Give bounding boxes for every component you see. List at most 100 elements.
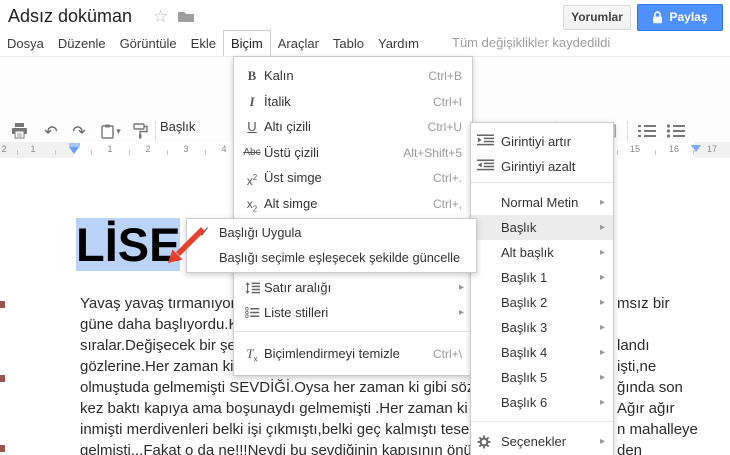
clear-formatting-icon: Tx [246,346,258,364]
paragraph-style-selector[interactable]: Başlık [160,119,195,134]
menu-separator [471,421,613,422]
gear-icon [477,435,491,449]
menu-goruntule[interactable]: Görüntüle [113,31,184,57]
bulleted-list-button[interactable] [663,119,689,143]
line-spacing-icon [240,275,264,294]
menu-item-label: Başlık 3 [501,320,548,335]
menu-ekle[interactable]: Ekle [184,31,223,57]
menu-item-heading-1[interactable]: Başlık 1 ▸ [471,265,613,290]
menu-item-label: Başlık 2 [501,295,548,310]
menu-bicim[interactable]: Biçim [222,30,271,57]
menu-item-options[interactable]: Seçenekler ▸ [471,429,613,454]
menu-item-decrease-indent[interactable]: Girintiyi azalt [471,154,613,179]
menu-item-label: Satır aralığı [264,280,332,295]
menu-item-heading-6[interactable]: Başlık 6 ▸ [471,390,613,415]
menu-item-list-styles[interactable]: Liste stilleri ▸ [234,300,472,326]
text-line-fragment: landı [617,337,650,354]
menu-item-label: Başlığı seçimle eşleşecek şekilde güncel… [219,250,461,265]
print-button[interactable] [8,119,30,143]
undo-button[interactable]: ↶ [40,119,62,143]
menu-item-heading-2[interactable]: Başlık 2 ▸ [471,290,613,315]
submenu-arrow-icon: ▸ [599,247,605,258]
submenu-arrow-icon: ▸ [599,372,605,383]
menu-item-label: Alt simge [264,196,318,211]
submenu-arrow-icon: ▸ [599,272,605,283]
menu-item-heading-5[interactable]: Başlık 5 ▸ [471,365,613,390]
ruler-number: 4 [221,144,227,154]
numbered-list-button[interactable] [634,119,660,143]
menu-item-underline[interactable]: U Altı çizili Ctrl+U [234,114,472,140]
menu-item-normal-text[interactable]: Normal Metin ▸ [471,190,613,215]
menu-item-label: Seçenekler [501,434,567,449]
menu-item-label: Normal Metin [501,195,579,210]
redo-button[interactable]: ↷ [68,119,90,143]
ruler-number: 16 [668,144,680,154]
menu-tablo[interactable]: Tablo [326,31,371,57]
paste-format-button[interactable]: ▾ [96,119,126,143]
italic-icon: I [249,94,255,109]
menu-item-shortcut: Ctrl+\ [432,347,462,361]
menu-item-heading-3[interactable]: Başlık 3 ▸ [471,315,613,340]
menu-separator [234,331,472,332]
menu-item-shortcut: Alt+Shift+5 [403,146,462,160]
menu-araclar[interactable]: Araçlar [271,31,326,57]
menu-item-label: Girintiyi azalt [501,159,576,174]
menu-item-shortcut: Ctrl+I [432,95,462,109]
menu-yardim[interactable]: Yardım [371,31,426,57]
menu-item-superscript[interactable]: x2 Üst simge Ctrl+. [234,165,472,191]
submenu-arrow-icon: ▸ [599,297,605,308]
menu-item-label: Kalın [264,68,294,83]
text-line-fragment: ğında son [617,379,683,396]
submenu-arrow-icon: ▸ [599,322,605,333]
menu-item-label: Üst simge [264,170,322,185]
menu-item-heading-4[interactable]: Başlık 4 ▸ [471,340,613,365]
menu-item-label: Başlık 1 [501,270,548,285]
menu-item-shortcut: Ctrl+B [428,69,462,83]
submenu-arrow-icon: ▸ [458,282,464,293]
paint-format-button[interactable] [130,119,152,143]
save-status: Tüm değişiklikler kaydedildi [452,35,611,50]
menu-item-strikethrough[interactable]: Abc Üstü çizili Alt+Shift+5 [234,140,472,166]
ruler-number: 2 [145,144,151,154]
menu-separator [471,182,613,183]
comments-button[interactable]: Yorumlar [563,5,631,30]
google-docs-window: Adsız doküman ☆ Yorumlar Paylaş Dosya Düz… [0,0,730,455]
red-annotation-arrow [168,227,205,263]
menu-item-increase-indent[interactable]: Girintiyi artır [471,129,613,154]
submenu-arrow-icon: ▸ [599,197,605,208]
menu-item-italic[interactable]: I İtalik Ctrl+I [234,89,472,115]
menu-item-clear-formatting[interactable]: Tx Biçimlendirmeyi temizle Ctrl+\ [234,341,472,367]
submenu-arrow-icon: ▸ [599,397,605,408]
document-title[interactable]: Adsız doküman [8,6,132,27]
menu-item-label: Başlık [501,220,537,235]
menu-item-apply-title[interactable]: ✓ Başlığı Uygula [187,221,476,245]
menu-item-title[interactable]: Başlık ▸ [471,215,613,240]
lock-icon [652,11,663,24]
increase-indent-icon [477,134,494,146]
share-button[interactable]: Paylaş [637,4,723,31]
folder-icon[interactable] [178,10,194,22]
menu-item-shortcut: Ctrl+. [432,171,462,185]
menu-item-bold[interactable]: B Kalın Ctrl+B [234,63,472,89]
toolbar-separator [627,121,628,141]
text-line-fragment: Ağır ağır [617,400,675,417]
menubar: Dosya Düzenle Görüntüle Ekle Biçim Araçlar Tab… [0,30,730,57]
text-line-fragment: n mahalleye [617,421,698,438]
left-edge-artifact [0,301,5,308]
submenu-arrow-icon: ▸ [599,222,605,233]
menu-dosya[interactable]: Dosya [0,31,51,57]
ruler-number: 1 [30,144,36,154]
right-indent-marker[interactable] [691,145,701,152]
menu-item-line-spacing[interactable]: Satır aralığı ▸ [234,275,472,301]
ruler-number: 15 [629,144,641,154]
menu-item-subtitle[interactable]: Alt başlık ▸ [471,240,613,265]
menu-item-subscript[interactable]: x2 Alt simge Ctrl+, [234,191,472,217]
menu-duzenle[interactable]: Düzenle [51,31,113,57]
text-line-fragment: msız bir [617,295,670,312]
star-icon[interactable]: ☆ [153,7,168,27]
toolbar-separator [155,121,156,141]
menu-item-shortcut: Ctrl+, [432,197,462,211]
left-indent-marker[interactable] [69,147,79,154]
menu-item-update-title[interactable]: Başlığı seçimle eşleşecek şekilde güncel… [187,246,476,270]
superscript-icon: x2 [246,173,258,188]
